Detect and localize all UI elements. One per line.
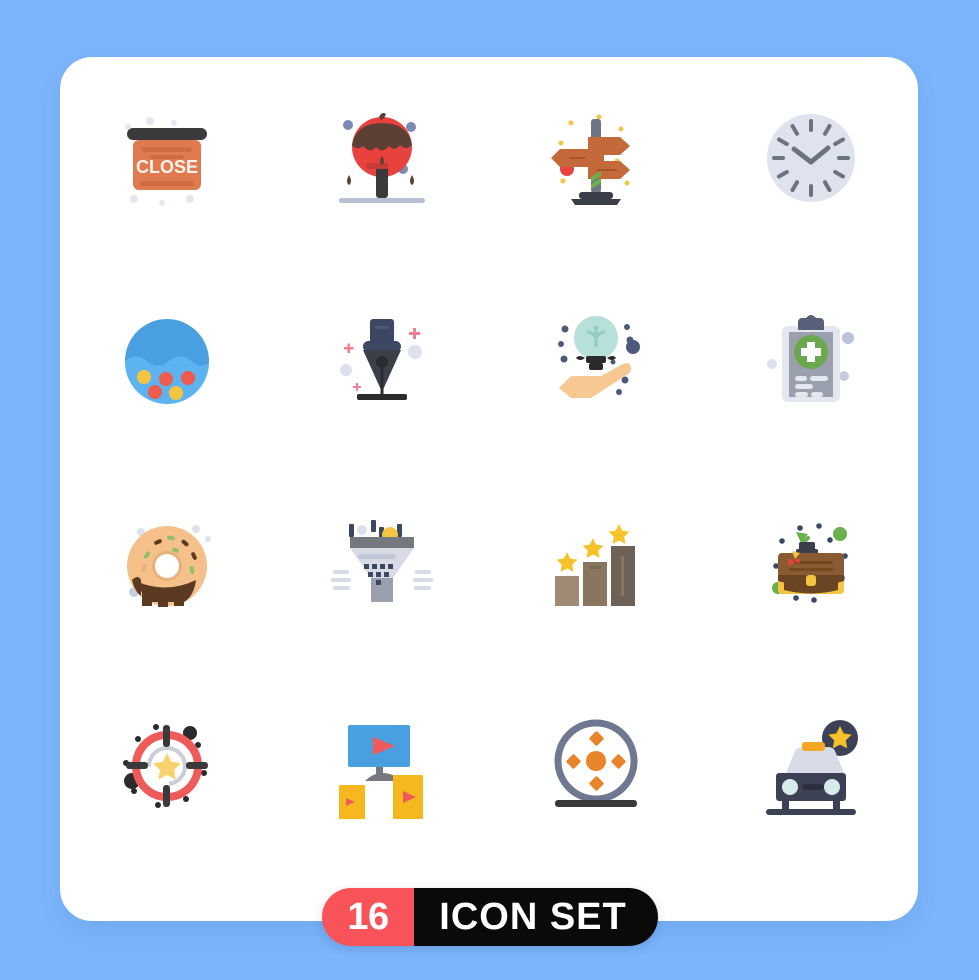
icon-cell-idea-in-hand[interactable] <box>489 260 704 463</box>
idea-in-hand-icon <box>558 315 641 398</box>
icon-cell-donut[interactable] <box>60 462 275 665</box>
icon-cell-business-briefcase[interactable] <box>704 462 919 665</box>
candy-apple-icon <box>338 113 425 204</box>
icon-cell-ball-pool[interactable] <box>60 260 275 463</box>
icon-grid: CLOSE <box>60 57 918 867</box>
ranking-bars-icon <box>555 524 636 607</box>
icon-cell-taxi-rating[interactable] <box>704 665 919 868</box>
donut-icon <box>127 525 212 608</box>
icon-cell-sales-funnel[interactable] <box>275 462 490 665</box>
icon-cell-clock[interactable] <box>704 57 919 260</box>
icon-cell-close-sign[interactable]: CLOSE <box>60 57 275 260</box>
taxi-rating-icon <box>765 719 858 815</box>
fountain-pen-nib-icon <box>339 318 422 400</box>
signpost-icon <box>551 114 631 206</box>
icon-cell-medical-clipboard[interactable] <box>704 260 919 463</box>
target-star-icon <box>123 723 209 808</box>
badge-count: 16 <box>322 888 414 946</box>
icon-cell-fountain-pen-nib[interactable] <box>275 260 490 463</box>
badge-label: ICON SET <box>414 888 658 946</box>
icon-set-badge: 16 ICON SET <box>322 888 658 946</box>
icon-cell-signpost[interactable] <box>489 57 704 260</box>
close-sign-text: CLOSE <box>136 157 198 177</box>
close-sign-icon: CLOSE <box>125 117 208 207</box>
icon-cell-target-star[interactable] <box>60 665 275 868</box>
business-briefcase-icon <box>771 523 848 604</box>
film-reel-icon <box>554 719 638 807</box>
clock-icon <box>766 114 855 203</box>
icon-cell-ranking-bars[interactable] <box>489 462 704 665</box>
video-sharing-icon <box>338 724 423 819</box>
icon-set-poster: CLOSE 16 ICON SET <box>0 0 979 980</box>
sales-funnel-icon <box>330 520 433 603</box>
icon-cell-video-sharing[interactable] <box>275 665 490 868</box>
icon-cell-film-reel[interactable] <box>489 665 704 868</box>
medical-clipboard-icon <box>766 314 854 402</box>
icon-cell-candy-apple[interactable] <box>275 57 490 260</box>
ball-pool-icon <box>125 318 210 404</box>
